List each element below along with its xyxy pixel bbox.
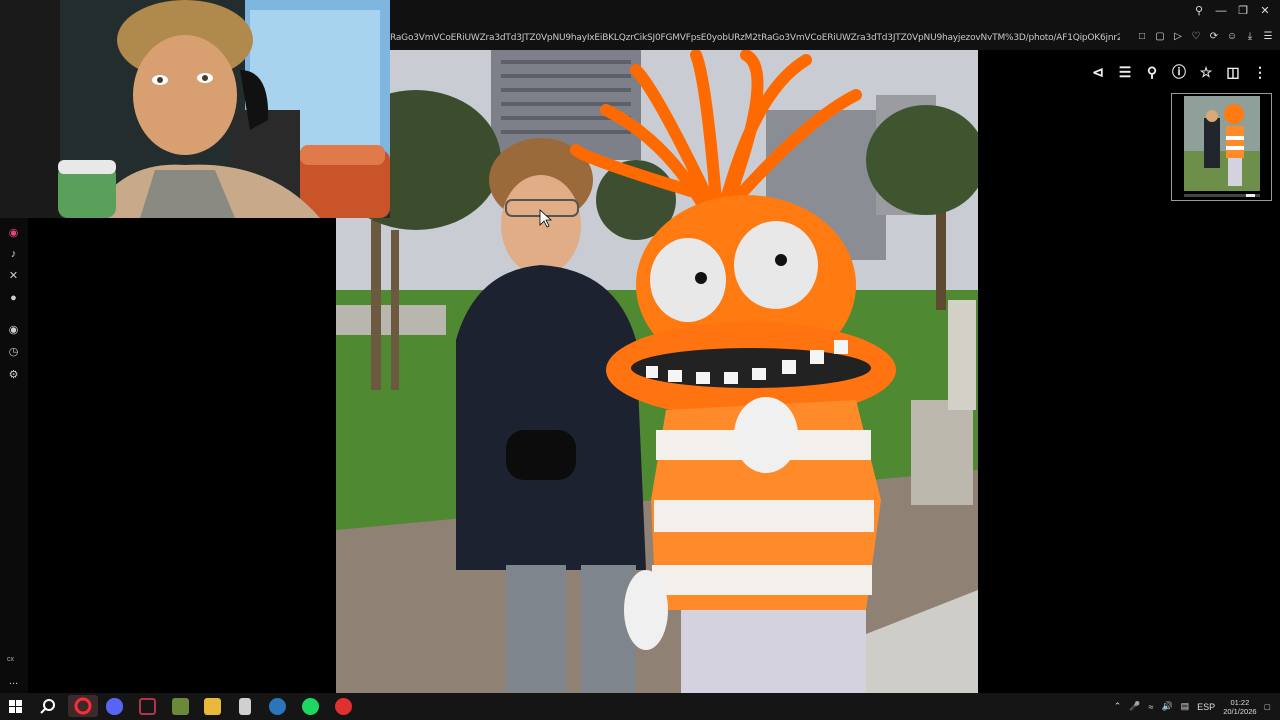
minecraft-icon[interactable] [172,698,189,715]
close-icon[interactable]: ✕ [1258,4,1272,18]
photo-thumbnail[interactable] [1184,96,1260,191]
wifi-icon[interactable]: ≈ [1148,702,1153,712]
bookmark-icon[interactable]: □ [1136,31,1148,43]
photo-thumbnail-panel [1171,93,1272,201]
extension-icon[interactable]: ⟳ [1208,31,1220,43]
thumbnail-scrollbar[interactable] [1184,194,1260,197]
notifications-icon[interactable]: □ [1265,702,1270,712]
taskbar: ⌃ 🎤 ≈ 🔊 ▤ ESP 01:22 20/1/2026 □ [0,693,1280,720]
desktop-screen: ⚲ — ❐ ✕ RaGo3VmVCoERiUWZra3dTd3JTZ0VpNU9… [0,0,1280,720]
webcam-overlay [0,0,390,218]
network-icon[interactable]: ▤ [1181,701,1190,712]
clock-date: 20/1/2026 [1223,706,1257,716]
address-bar[interactable]: RaGo3VmVCoERiUWZra3dTd3JTZ0VpNU9hayIxEiB… [390,33,1120,43]
clock[interactable]: 01:22 20/1/2026 [1223,698,1256,716]
more-icon[interactable]: ⋮ [1252,63,1268,81]
zoom-icon[interactable]: ⚲ [1144,63,1160,81]
chevron-up-icon[interactable]: ⌃ [1114,701,1122,712]
discord-icon[interactable] [106,698,123,715]
star-icon[interactable]: ☆ [1198,63,1214,81]
main-photo[interactable] [336,50,978,693]
search-icon[interactable] [39,698,56,715]
browser-top-bar: ⚲ — ❐ ✕ RaGo3VmVCoERiUWZra3dTd3JTZ0VpNU9… [390,0,1280,50]
search-icon[interactable]: ⚲ [1192,4,1206,18]
discord-icon[interactable]: ● [6,291,21,306]
play-icon[interactable]: ▷ [1172,31,1184,43]
minimize-icon[interactable]: — [1214,4,1228,18]
opera-icon[interactable] [68,695,98,717]
photo-viewer-toolbar: ⊲ ☰ ⚲ ⓘ ☆ ◫ ⋮ [1090,63,1268,81]
window-controls: ⚲ — ❐ ✕ [1192,4,1272,18]
clock-icon[interactable]: ◷ [6,345,21,360]
obs-icon[interactable] [335,698,352,715]
x-icon[interactable]: ✕ [6,269,21,284]
volume-icon[interactable]: 🔊 [1161,701,1172,712]
address-bar-icons: □ ▢ ▷ ♡ ⟳ ☺ ⤓ ☰ [1136,31,1274,43]
heart-icon[interactable]: ♡ [1190,31,1202,43]
profile-icon[interactable]: ☺ [1226,31,1238,43]
restore-icon[interactable]: ❐ [1236,4,1250,18]
instagram-icon[interactable]: ◉ [6,226,21,241]
trash-icon[interactable]: ◫ [1225,63,1241,81]
explorer-icon[interactable] [204,698,221,715]
spotify-icon[interactable] [302,698,319,715]
microphone-icon[interactable]: 🎤 [1129,701,1140,712]
tiktok-icon[interactable]: ♪ [6,247,21,262]
app-icon[interactable] [239,698,251,715]
clock-time: 01:22 [1230,697,1250,707]
more-icon[interactable]: ... [6,674,21,689]
settings-icon[interactable]: ⚙ [6,368,21,383]
adjust-icon[interactable]: ☰ [1117,63,1133,81]
steam-icon[interactable] [269,698,286,715]
app-sidebar: ◉ ♪ ✕ ● ◉ ◷ ⚙ cx ... [0,218,28,693]
system-tray: ⌃ 🎤 ≈ 🔊 ▤ ESP 01:22 20/1/2026 □ [1114,693,1270,720]
download-icon[interactable]: ⤓ [1244,31,1256,43]
pip-icon[interactable]: ▢ [1154,31,1166,43]
share-icon[interactable]: ⊲ [1090,63,1106,81]
language-indicator[interactable]: ESP [1197,702,1215,712]
vscode-icon[interactable] [139,698,156,715]
sidebar-bottom-label: cx [7,656,14,663]
spotify-icon[interactable]: ◉ [6,323,21,338]
menu-icon[interactable]: ☰ [1262,31,1274,43]
info-icon[interactable]: ⓘ [1171,63,1187,81]
windows-start-icon[interactable] [7,698,24,715]
